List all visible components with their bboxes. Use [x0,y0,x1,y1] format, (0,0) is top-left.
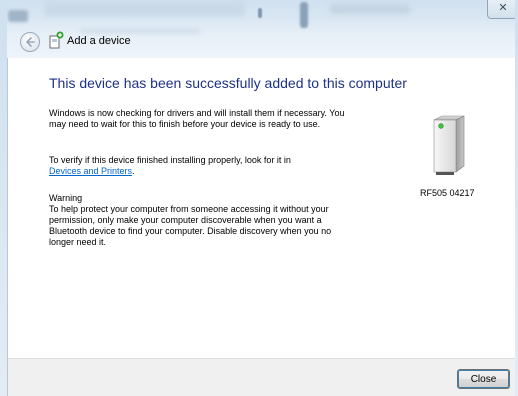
devices-and-printers-link[interactable]: Devices and Printers [49,166,132,176]
warning-title: Warning [49,193,83,203]
close-button[interactable]: Close [457,369,510,389]
background-blur [300,2,308,28]
background-blur [258,8,262,18]
back-arrow-icon [26,37,35,47]
window-frame-left [0,0,7,396]
device-tower-icon [433,115,465,175]
page-heading: This device has been successfully added … [49,75,407,91]
background-blur [330,4,410,14]
back-button[interactable] [20,32,40,52]
footer-bar: Close [0,358,518,396]
driver-status-text: Windows is now checking for drivers and … [49,108,345,129]
verify-text-suffix: . [132,166,135,176]
title-bar: ✕ Add a device [0,0,518,58]
warning-block: Warning To help protect your computer fr… [49,193,354,248]
window-close-button[interactable]: ✕ [487,0,518,19]
window-title: Add a device [67,35,131,47]
verify-text-prefix: To verify if this device finished instal… [49,155,291,165]
background-blur [8,10,28,22]
verify-text: To verify if this device finished instal… [49,155,354,177]
add-device-icon [49,31,64,49]
main-content: This device has been successfully added … [0,58,518,358]
warning-text: To help protect your computer from someo… [49,204,332,247]
background-blur [45,2,245,16]
close-icon: ✕ [498,2,508,14]
add-device-window: ✕ Add a device This device has been succ… [0,0,518,396]
window-frame-left-edge [7,58,8,396]
background-blur [80,28,200,34]
device-name: RF505 04217 [420,188,475,198]
